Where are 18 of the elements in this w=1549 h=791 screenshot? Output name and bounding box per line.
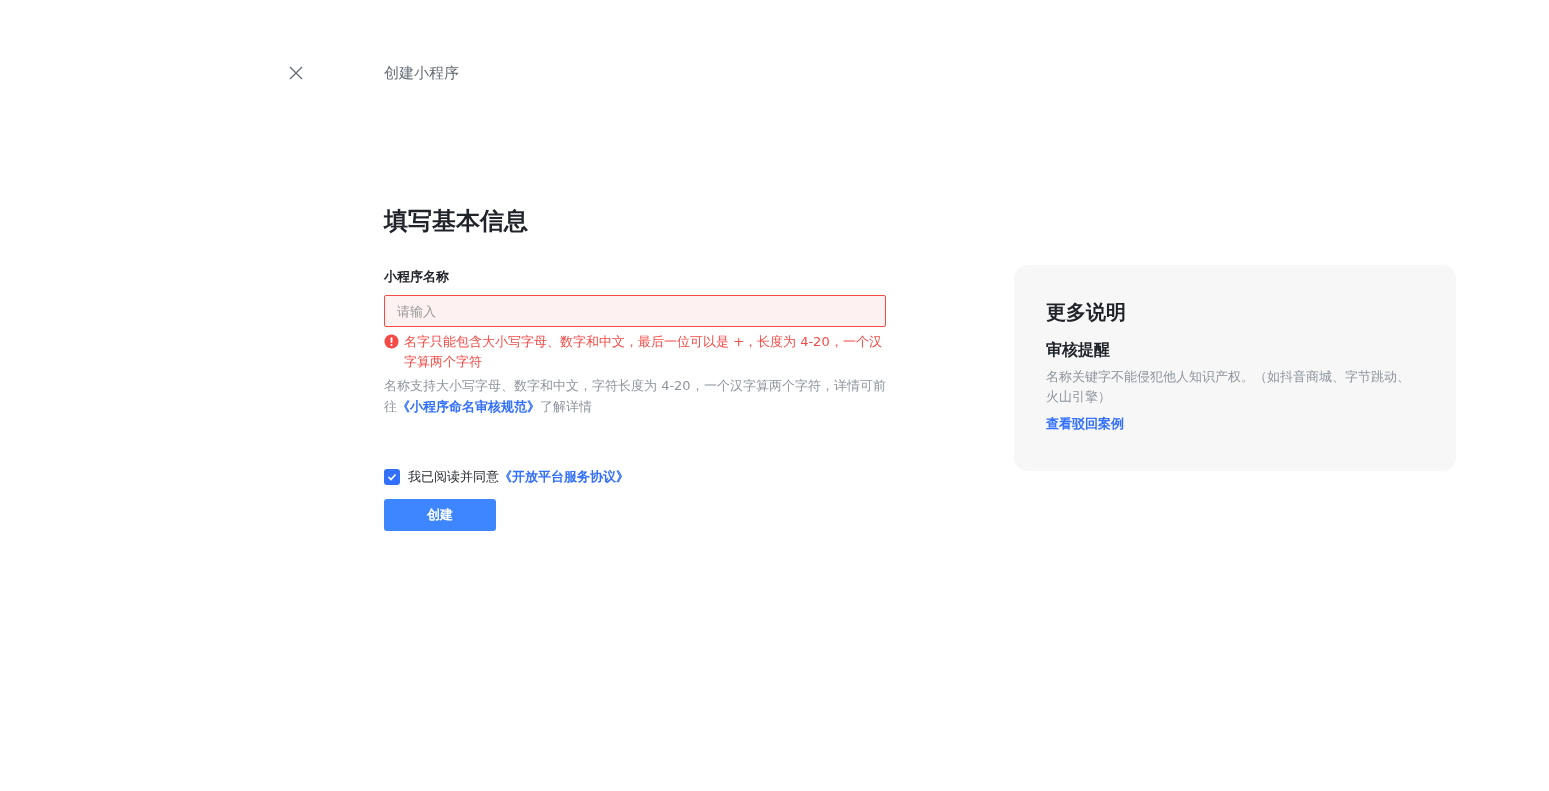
service-agreement-link[interactable]: 《开放平台服务协议》 <box>499 469 629 484</box>
card-body: 名称关键字不能侵犯他人知识产权。（如抖音商城、字节跳动、火山引擎） <box>1046 367 1411 406</box>
create-button[interactable]: 创建 <box>384 498 496 531</box>
card-subtitle: 审核提醒 <box>1046 338 1111 361</box>
naming-rules-link[interactable]: 《小程序命名审核规范》 <box>397 399 540 414</box>
form-heading: 填写基本信息 <box>384 205 529 237</box>
error-icon <box>384 334 399 349</box>
close-button[interactable] <box>288 65 304 82</box>
error-message: 名字只能包含大小写字母、数字和中文，最后一位可以是 +，长度为 4-20，一个汉字算两个字符 <box>404 333 883 371</box>
field-label: 小程序名称 <box>384 267 450 286</box>
rejection-cases-link[interactable]: 查看驳回案例 <box>1046 413 1124 433</box>
checkmark-icon <box>387 471 397 482</box>
field-hint: 名称支持大小写字母、数字和中文，字符长度为 4-20，一个汉字算两个字符，详情可前往《小程序命名审核规范》了解详情 <box>384 377 887 416</box>
agreement-text: 我已阅读并同意 <box>408 469 499 484</box>
agreement-checkbox[interactable] <box>384 468 400 485</box>
card-title: 更多说明 <box>1046 298 1127 325</box>
page-title: 创建小程序 <box>384 63 459 84</box>
name-input-field[interactable]: 请输入 <box>384 295 886 327</box>
